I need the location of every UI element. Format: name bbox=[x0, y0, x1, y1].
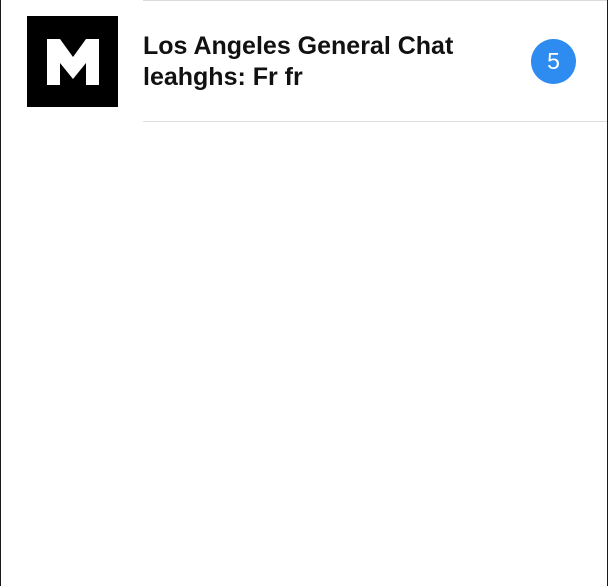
chat-list-screen: Los Angeles General Chat leahghs: Fr fr … bbox=[0, 0, 608, 586]
chat-list-item[interactable]: Los Angeles General Chat leahghs: Fr fr … bbox=[1, 1, 607, 122]
chat-title: Los Angeles General Chat bbox=[143, 32, 454, 60]
m-logo-icon bbox=[46, 38, 99, 85]
unread-count-badge: 5 bbox=[531, 39, 576, 84]
avatar bbox=[27, 16, 118, 107]
divider bbox=[143, 121, 607, 122]
chat-last-message: leahghs: Fr fr bbox=[143, 63, 303, 91]
